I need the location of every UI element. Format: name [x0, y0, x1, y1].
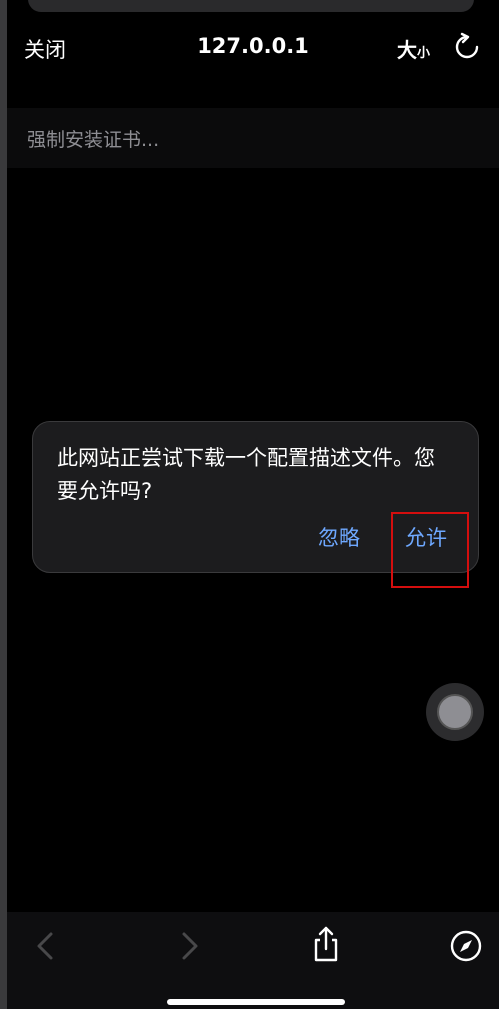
back-chevron-icon[interactable]	[27, 926, 67, 966]
close-button[interactable]: 关闭	[24, 34, 66, 64]
status-text: 强制安装证书...	[27, 129, 160, 151]
screen: 关闭 127.0.0.1 大小 强制安装证书... 此网站正尝试下载一个配置描述…	[0, 0, 499, 1009]
text-size-big-label: 大	[397, 38, 417, 62]
refresh-icon[interactable]	[452, 32, 482, 62]
navigation-bar: 关闭 127.0.0.1 大小	[7, 12, 499, 84]
dialog-message: 此网站正尝试下载一个配置描述文件。您要允许吗?	[57, 446, 435, 503]
sheet-edge	[28, 0, 474, 12]
status-bar: 强制安装证书...	[7, 108, 499, 168]
home-indicator	[167, 999, 345, 1005]
text-size-small-label: 小	[417, 46, 431, 61]
assistive-touch-button[interactable]	[426, 683, 484, 741]
share-icon[interactable]	[306, 924, 346, 964]
text-size-button[interactable]: 大小	[397, 34, 430, 63]
assistive-touch-inner	[437, 694, 473, 730]
compass-icon[interactable]	[446, 926, 486, 966]
ignore-button[interactable]: 忽略	[318, 522, 360, 552]
allow-button[interactable]: 允许	[405, 522, 447, 552]
profile-download-dialog: 此网站正尝试下载一个配置描述文件。您要允许吗? 忽略 允许	[32, 421, 479, 573]
browser-toolbar	[7, 912, 499, 1009]
window-edge	[0, 0, 7, 1009]
forward-chevron-icon[interactable]	[170, 926, 210, 966]
